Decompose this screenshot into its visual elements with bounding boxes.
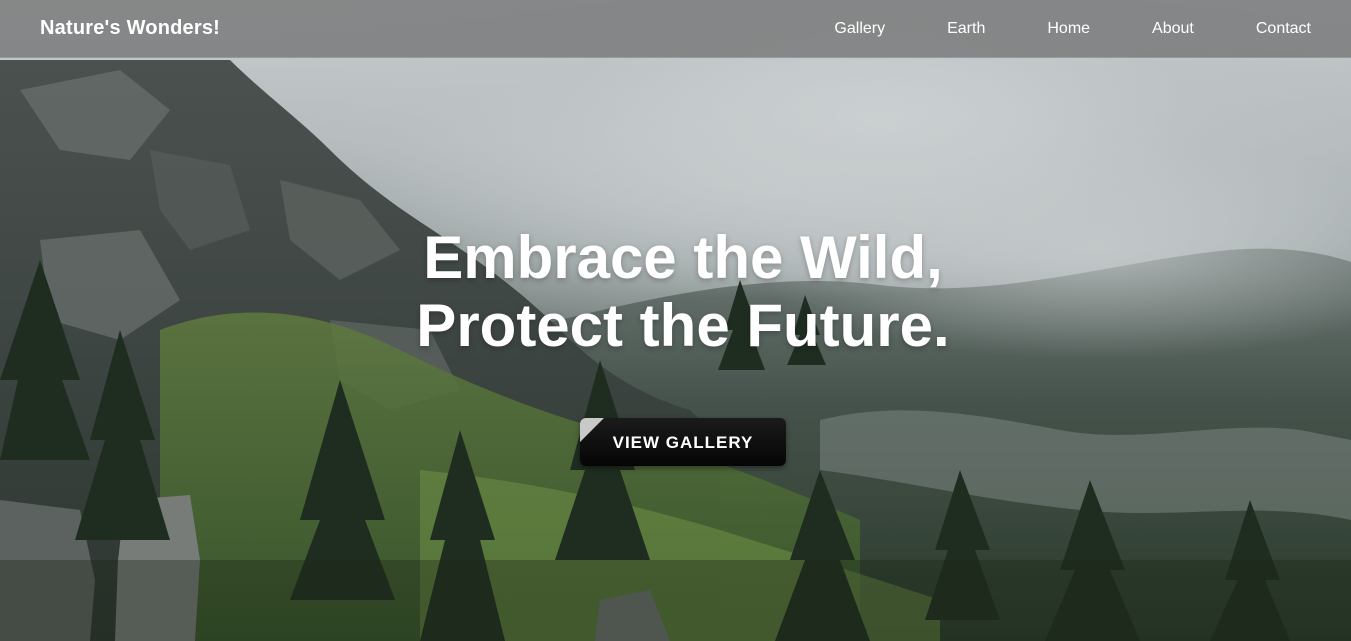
- top-navigation-bar: Nature's Wonders! Gallery Earth Home Abo…: [0, 0, 1351, 58]
- brand-logo-link[interactable]: Nature's Wonders!: [40, 17, 220, 40]
- view-gallery-button[interactable]: VIEW GALLERY: [580, 418, 786, 466]
- hero-headline: Embrace the Wild, Protect the Future.: [300, 224, 1066, 360]
- hero-headline-line-2: Protect the Future.: [416, 292, 950, 359]
- nav-link-home[interactable]: Home: [1047, 20, 1090, 38]
- hero-headline-line-1: Embrace the Wild,: [423, 224, 943, 291]
- nav-link-gallery[interactable]: Gallery: [834, 20, 885, 38]
- nav-links: Gallery Earth Home About Contact: [772, 0, 1311, 58]
- nav-link-contact[interactable]: Contact: [1256, 20, 1311, 38]
- view-gallery-button-label: VIEW GALLERY: [612, 433, 754, 452]
- hero-background: Nature's Wonders! Gallery Earth Home Abo…: [0, 0, 1351, 641]
- nav-link-about[interactable]: About: [1152, 20, 1194, 38]
- nav-link-earth[interactable]: Earth: [947, 20, 985, 38]
